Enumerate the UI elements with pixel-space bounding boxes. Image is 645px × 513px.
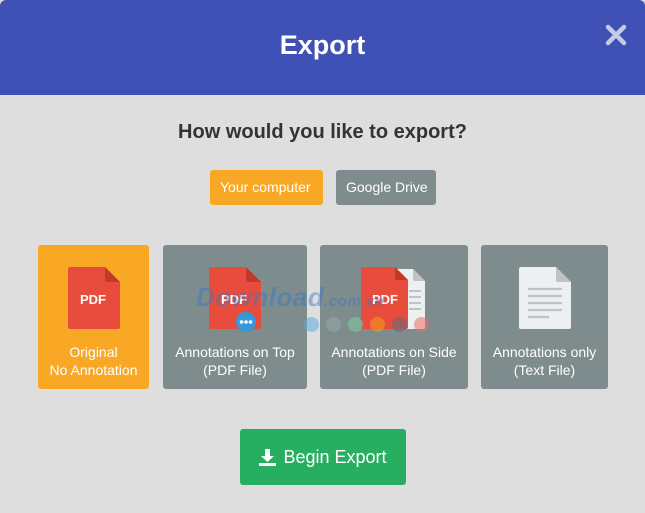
- close-icon: [605, 24, 627, 46]
- format-annotations-only-line2: (Text File): [513, 362, 576, 378]
- modal-header: Export: [0, 0, 645, 95]
- begin-export-button[interactable]: Begin Export: [240, 429, 406, 485]
- format-annotations-only-card[interactable]: Annotations only (Text File): [481, 245, 608, 389]
- export-question: How would you like to export?: [178, 121, 467, 143]
- format-original-card[interactable]: PDF Original No Annotation: [38, 245, 149, 389]
- format-original-line1: Original: [69, 344, 118, 360]
- format-annotations-top-card[interactable]: PDF Annotations on Top (PDF File): [163, 245, 307, 389]
- format-annotations-top-line1: Annotations on Top: [175, 344, 295, 360]
- format-annotations-only-label: Annotations only (Text File): [481, 343, 608, 379]
- pdf-icon-text: PDF: [80, 292, 106, 307]
- format-annotations-side-line2: (PDF File): [362, 362, 426, 378]
- your-computer-button[interactable]: Your computer: [210, 170, 323, 205]
- format-annotations-side-line1: Annotations on Side: [331, 344, 457, 360]
- format-annotations-top-line2: (PDF File): [203, 362, 267, 378]
- format-annotations-top-label: Annotations on Top (PDF File): [163, 343, 307, 379]
- format-original-label: Original No Annotation: [38, 343, 149, 379]
- download-icon: [259, 448, 277, 466]
- format-annotations-side-label: Annotations on Side (PDF File): [320, 343, 468, 379]
- pdf-icon: PDF: [38, 267, 149, 329]
- google-drive-label: Google Drive: [346, 179, 428, 195]
- format-original-line2: No Annotation: [49, 362, 138, 378]
- format-annotations-only-line1: Annotations only: [492, 344, 597, 360]
- begin-export-label: Begin Export: [283, 446, 387, 467]
- text-file-icon: [481, 267, 608, 329]
- google-drive-button[interactable]: Google Drive: [336, 170, 436, 205]
- modal-title: Export: [279, 30, 366, 60]
- pdf-icon-text: PDF: [372, 292, 398, 307]
- format-annotations-side-card[interactable]: PDF Annotations on Side (PDF File): [320, 245, 468, 389]
- close-button[interactable]: [601, 20, 631, 50]
- pdf-icon-text: PDF: [221, 292, 247, 307]
- pdf-comment-icon: PDF: [163, 267, 307, 332]
- your-computer-label: Your computer: [220, 179, 311, 195]
- pdf-side-icon: PDF: [320, 267, 468, 329]
